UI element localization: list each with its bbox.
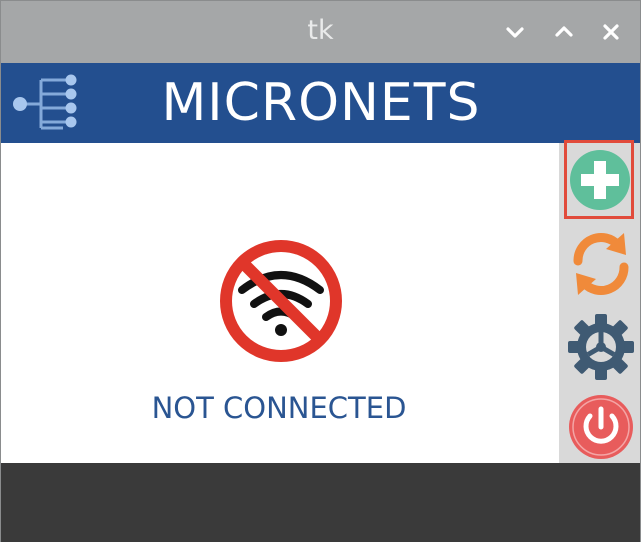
gear-icon bbox=[568, 314, 634, 380]
header-extension bbox=[557, 63, 640, 143]
connection-status: NOT CONNECTED bbox=[151, 391, 407, 425]
app-header: MICRONETS bbox=[1, 63, 557, 143]
wifi-off-icon bbox=[216, 238, 346, 364]
add-button[interactable] bbox=[569, 149, 631, 211]
power-button[interactable] bbox=[568, 394, 634, 460]
title-bar: tk bbox=[1, 1, 640, 63]
chevron-up-icon bbox=[555, 26, 573, 37]
power-icon bbox=[569, 395, 633, 459]
app-window: tk MICRONETS NOT CONNECTED bbox=[0, 0, 641, 542]
footer-bar bbox=[1, 463, 640, 542]
window-title: tk bbox=[307, 15, 334, 46]
refresh-icon bbox=[573, 233, 629, 295]
close-button[interactable] bbox=[598, 19, 624, 45]
plus-icon bbox=[570, 150, 630, 210]
app-title: MICRONETS bbox=[161, 73, 481, 133]
close-icon bbox=[603, 24, 619, 40]
refresh-button[interactable] bbox=[568, 231, 634, 297]
settings-button[interactable] bbox=[567, 313, 635, 381]
network-tree-icon bbox=[11, 72, 83, 136]
chevron-down-icon bbox=[506, 27, 524, 38]
maximize-button[interactable] bbox=[551, 19, 577, 45]
minimize-button[interactable] bbox=[502, 19, 528, 45]
